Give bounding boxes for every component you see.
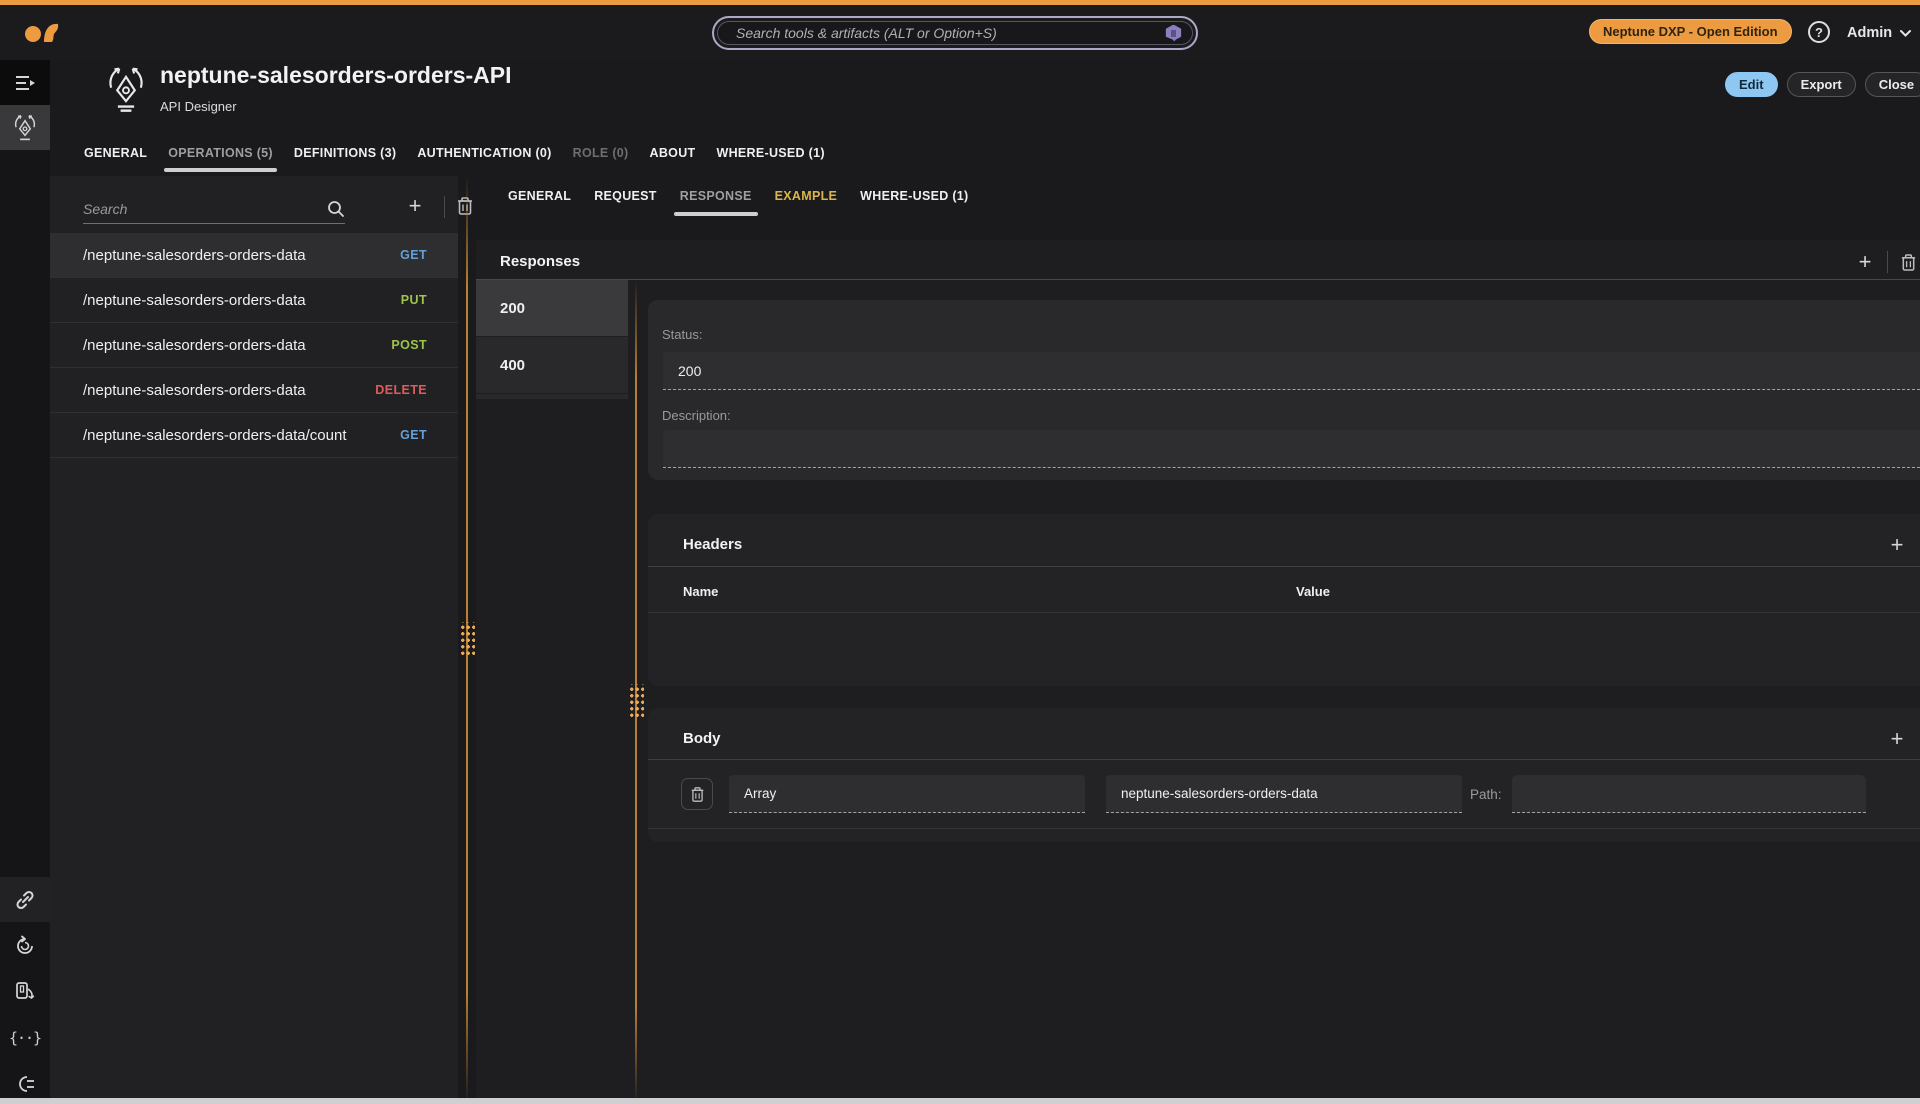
- status-field[interactable]: 200: [663, 352, 1920, 390]
- body-path-field[interactable]: [1512, 775, 1866, 813]
- row-divider: [648, 828, 1920, 829]
- toolbar-divider: [1887, 251, 1888, 273]
- operation-path: /neptune-salesorders-orders-data/count: [83, 427, 400, 444]
- operation-row[interactable]: /neptune-salesorders-orders-data GET: [50, 233, 458, 278]
- left-sidebar: {··}: [0, 60, 50, 1104]
- neptune-logo-icon[interactable]: [24, 21, 64, 45]
- navigator-icon[interactable]: [0, 60, 50, 105]
- app-tester-icon[interactable]: [0, 969, 50, 1014]
- edit-button[interactable]: Edit: [1725, 72, 1778, 97]
- api-designer-icon[interactable]: [0, 105, 50, 150]
- row-divider: [648, 612, 1920, 613]
- method-badge: DELETE: [375, 383, 427, 397]
- status-value: 200: [678, 363, 701, 379]
- path-label: Path:: [1470, 787, 1502, 802]
- tab-about[interactable]: ABOUT: [650, 146, 696, 169]
- body-type-select[interactable]: Array: [729, 775, 1085, 813]
- operation-path: /neptune-salesorders-orders-data: [83, 292, 401, 309]
- detail-tab-request[interactable]: REQUEST: [594, 189, 657, 212]
- add-operation-button[interactable]: +: [402, 193, 428, 219]
- delete-response-button[interactable]: [1900, 253, 1919, 272]
- delete-body-button[interactable]: [681, 778, 713, 810]
- app-window: Neptune DXP - Open Edition ? Admin: [0, 0, 1920, 1104]
- refresh-icon[interactable]: [0, 923, 50, 968]
- body-definition-select[interactable]: neptune-salesorders-orders-data: [1106, 775, 1462, 813]
- tab-operations[interactable]: OPERATIONS (5): [168, 146, 273, 169]
- global-search: [712, 16, 1198, 50]
- operations-search-input[interactable]: [83, 201, 327, 217]
- global-search-input[interactable]: [736, 25, 1165, 41]
- assistant-icon[interactable]: [1165, 25, 1182, 42]
- search-icon: [327, 200, 345, 218]
- method-badge: GET: [400, 248, 427, 262]
- tab-general[interactable]: GENERAL: [84, 146, 147, 169]
- splitter-grip[interactable]: [459, 622, 475, 658]
- header-name-column: Name: [683, 584, 718, 599]
- body-definition-value: neptune-salesorders-orders-data: [1121, 786, 1318, 801]
- tab-definitions[interactable]: DEFINITIONS (3): [294, 146, 396, 169]
- user-menu-label: Admin: [1847, 25, 1892, 41]
- method-badge: GET: [400, 428, 427, 442]
- operation-row[interactable]: /neptune-salesorders-orders-data PUT: [50, 278, 458, 323]
- headers-title: Headers: [683, 536, 742, 553]
- card-divider: [648, 566, 1920, 567]
- operation-row[interactable]: /neptune-salesorders-orders-data DELETE: [50, 368, 458, 413]
- detail-tab-example[interactable]: EXAMPLE: [775, 189, 838, 212]
- status-label: Status:: [662, 327, 702, 342]
- response-code-400[interactable]: 400: [476, 337, 628, 394]
- operation-path: /neptune-salesorders-orders-data: [83, 247, 400, 264]
- header-value-column: Value: [1296, 584, 1330, 599]
- help-icon[interactable]: ?: [1808, 21, 1830, 43]
- description-label: Description:: [662, 408, 731, 423]
- tab-authentication[interactable]: AUTHENTICATION (0): [417, 146, 551, 169]
- product-badge: Neptune DXP - Open Edition: [1589, 19, 1792, 44]
- tab-where-used[interactable]: WHERE-USED (1): [716, 146, 824, 169]
- top-bar: Neptune DXP - Open Edition ? Admin: [0, 5, 1920, 60]
- body-type-value: Array: [744, 786, 776, 801]
- section-divider: [476, 279, 1920, 280]
- splitter-grip[interactable]: [628, 684, 644, 720]
- description-field[interactable]: [663, 430, 1920, 468]
- detail-tab-response[interactable]: RESPONSE: [680, 189, 752, 212]
- method-badge: POST: [391, 338, 427, 352]
- add-body-button[interactable]: +: [1885, 727, 1909, 751]
- detail-tab-where-used[interactable]: WHERE-USED (1): [860, 189, 968, 212]
- header-actions: Edit Export Close: [1725, 72, 1920, 97]
- export-button[interactable]: Export: [1787, 72, 1856, 97]
- detail-tab-general[interactable]: GENERAL: [508, 189, 571, 212]
- chevron-down-icon: [1900, 30, 1911, 37]
- toolbar-divider: [444, 196, 445, 218]
- operations-search: [83, 194, 345, 224]
- body-title: Body: [683, 730, 721, 747]
- add-response-button[interactable]: +: [1853, 250, 1877, 274]
- tab-role: ROLE (0): [573, 146, 629, 169]
- user-menu[interactable]: Admin: [1847, 23, 1911, 43]
- response-form: Status: 200 Description:: [648, 300, 1920, 480]
- operations-panel: + /neptune-salesorders-orders-data GET /…: [50, 176, 458, 1104]
- api-designer-header-icon: [104, 66, 148, 112]
- response-code-list: 200 400: [476, 280, 628, 399]
- main-tab-bar: GENERAL OPERATIONS (5) DEFINITIONS (3) A…: [84, 146, 825, 169]
- method-badge: PUT: [401, 293, 427, 307]
- window-bottom-edge: [0, 1098, 1920, 1104]
- operations-list: /neptune-salesorders-orders-data GET /ne…: [50, 233, 458, 458]
- detail-tab-bar: GENERAL REQUEST RESPONSE EXAMPLE WHERE-U…: [508, 189, 969, 212]
- headers-card: Headers + Name Value: [648, 514, 1920, 686]
- link-icon[interactable]: [0, 877, 50, 922]
- card-divider: [648, 759, 1920, 760]
- close-button[interactable]: Close: [1865, 72, 1920, 97]
- response-code-200[interactable]: 200: [476, 280, 628, 337]
- add-header-button[interactable]: +: [1885, 533, 1909, 557]
- page-title: neptune-salesorders-orders-API: [160, 62, 511, 89]
- body-card: Body + Array neptune-salesorders-orders-…: [648, 708, 1920, 842]
- operation-path: /neptune-salesorders-orders-data: [83, 337, 391, 354]
- code-icon[interactable]: {··}: [0, 1015, 50, 1060]
- operation-path: /neptune-salesorders-orders-data: [83, 382, 375, 399]
- page-subtitle: API Designer: [160, 99, 237, 114]
- responses-title: Responses: [500, 253, 580, 270]
- operation-row[interactable]: /neptune-salesorders-orders-data POST: [50, 323, 458, 368]
- operation-row[interactable]: /neptune-salesorders-orders-data/count G…: [50, 413, 458, 458]
